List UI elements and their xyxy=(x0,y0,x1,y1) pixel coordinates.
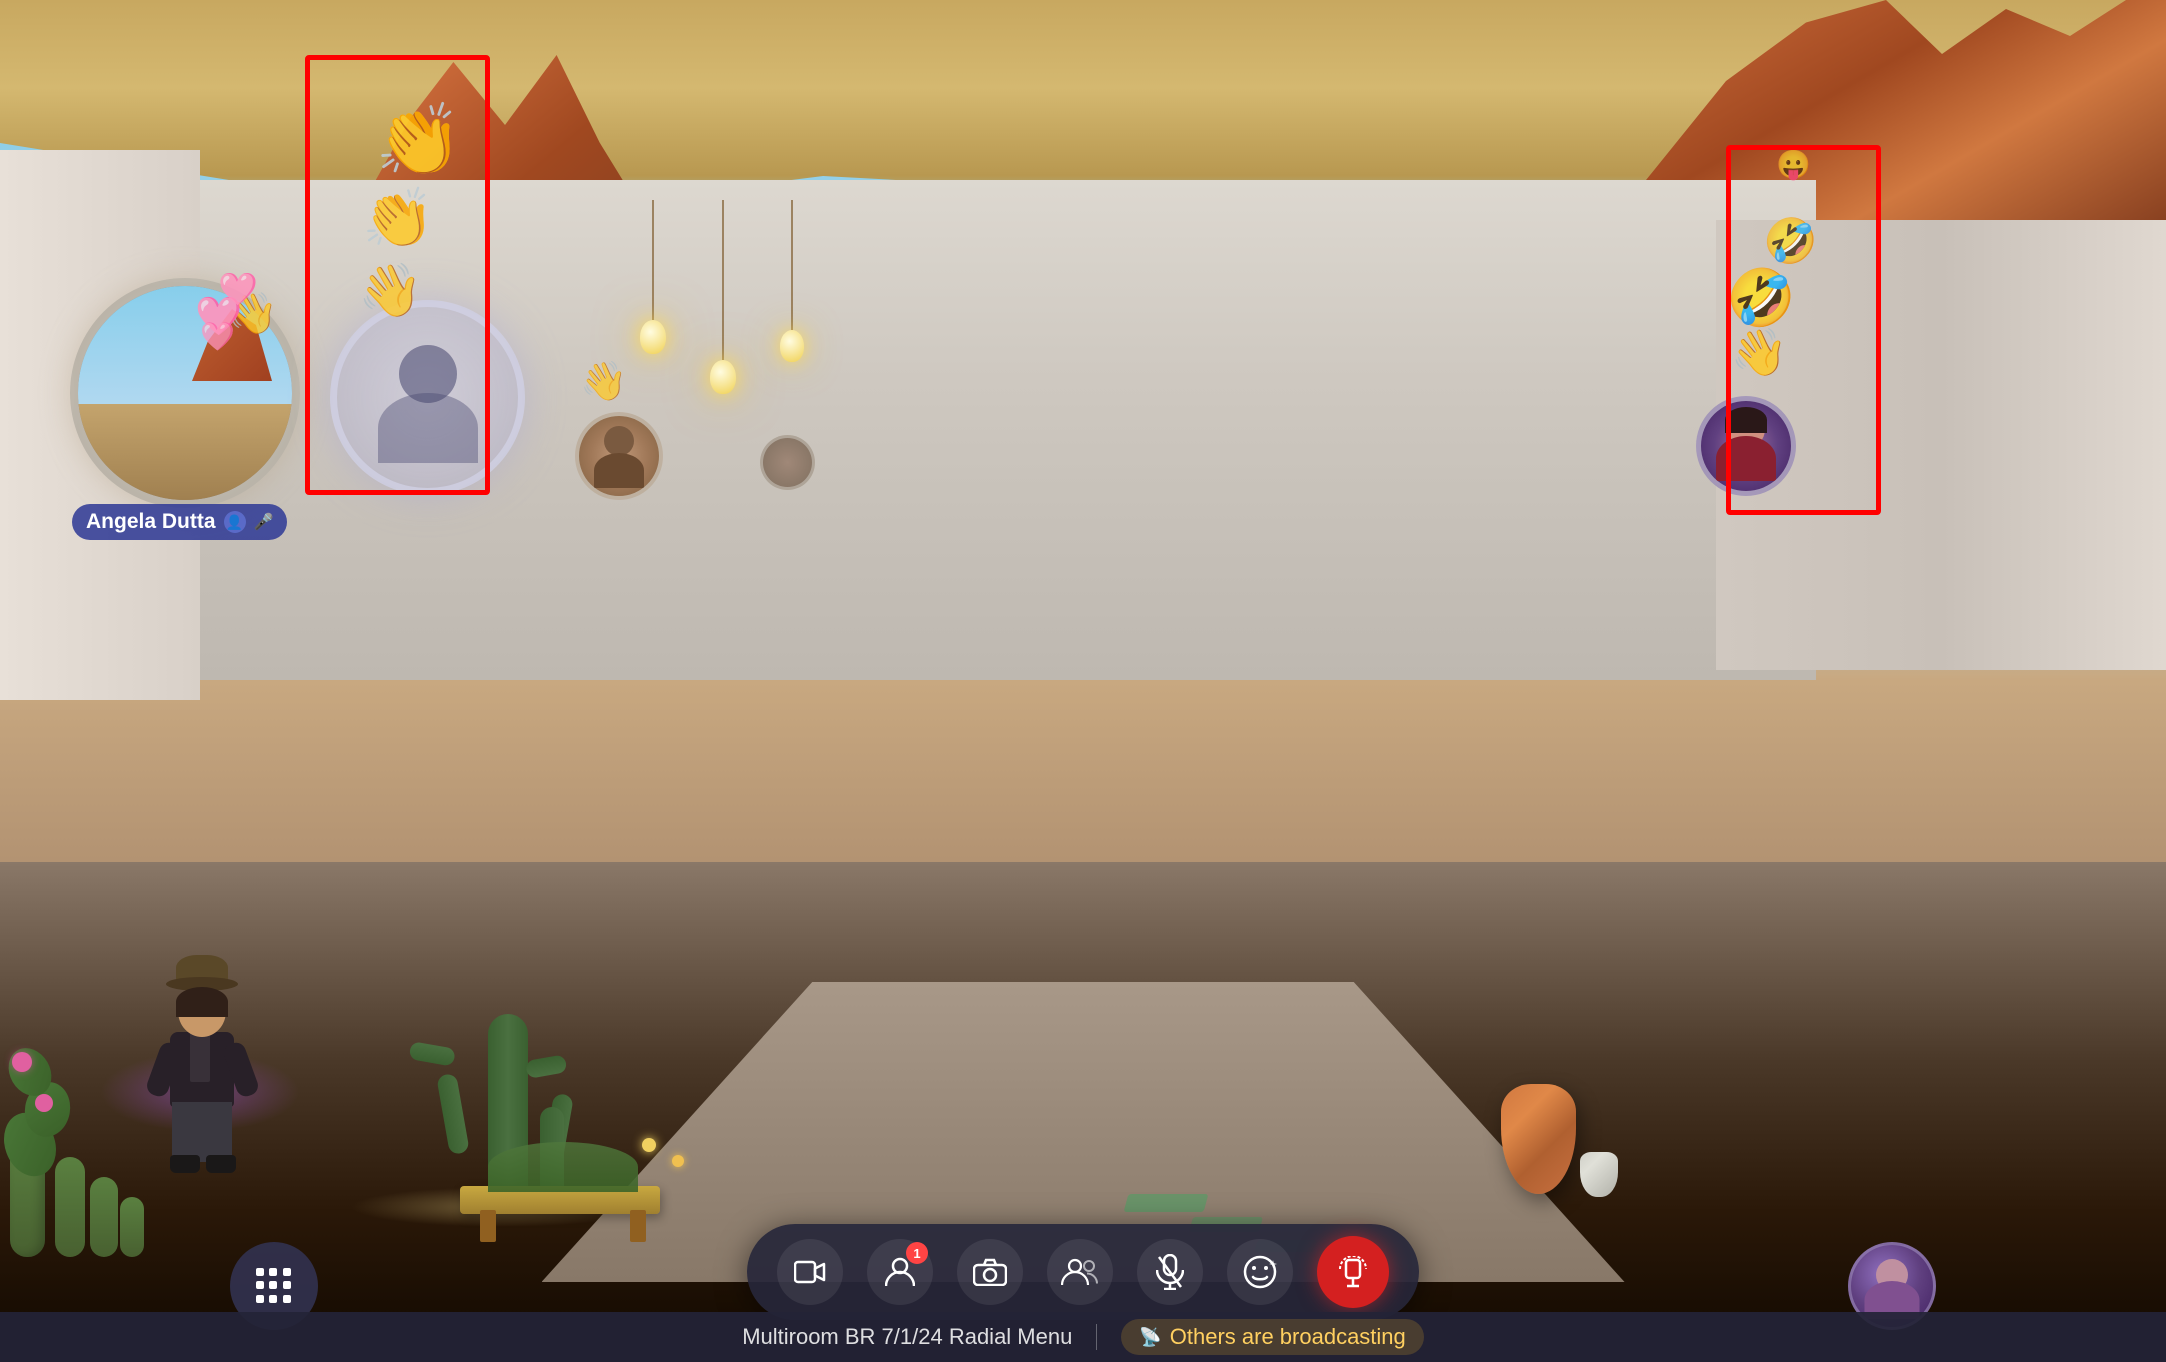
ground-tile-1 xyxy=(1124,1194,1209,1212)
small-cup xyxy=(1580,1152,1618,1197)
angela-mic-icon: 🎤 xyxy=(254,512,274,532)
angela-character xyxy=(158,977,258,1177)
emoji-clap-large: 👏 xyxy=(375,100,462,182)
movie-icon xyxy=(794,1258,826,1286)
emoji-heart-3: 🩷 xyxy=(200,320,235,353)
profile-badge: 1 xyxy=(906,1242,928,1264)
emoji-button[interactable] xyxy=(1227,1239,1293,1305)
broadcast-button[interactable] xyxy=(1317,1236,1389,1308)
far-avatar xyxy=(760,435,815,490)
mic-button[interactable] xyxy=(1137,1239,1203,1305)
light-dot-2 xyxy=(672,1155,684,1167)
emoji-laugh-2: 🤣 xyxy=(1763,215,1818,267)
emoji-small-top: 😛 xyxy=(1776,148,1811,181)
emoji-wave-cactus: 👋 xyxy=(580,360,627,404)
emoji-wave-bottom: 👋 xyxy=(358,260,423,321)
bench-leg-2 xyxy=(630,1210,646,1242)
separator xyxy=(1096,1324,1097,1350)
mid-avatar xyxy=(575,412,663,500)
emoji-clap-medium: 👏 xyxy=(362,185,434,253)
left-foliage xyxy=(0,997,160,1257)
status-bar: Multiroom BR 7/1/24 Radial Menu 📡 Others… xyxy=(0,1312,2166,1362)
broadcast-icon xyxy=(1338,1256,1368,1288)
emoji-wave-right: 👋 xyxy=(1731,325,1788,380)
light-dot-1 xyxy=(642,1138,656,1152)
profile-button[interactable]: 1 xyxy=(867,1239,933,1305)
angela-badge: 👤 xyxy=(224,511,246,533)
mic-muted-icon xyxy=(1156,1254,1184,1290)
right-avatar xyxy=(1696,396,1796,496)
emoji-laugh-1: 🤣 xyxy=(1726,265,1796,331)
scene-container: Angela Dutta 👤 🎤 xyxy=(0,0,2166,1362)
broadcast-status: 📡 Others are broadcasting xyxy=(1121,1319,1423,1355)
planter-plant xyxy=(488,1142,638,1192)
hanging-light-3 xyxy=(780,200,804,362)
room-name-text: Multiroom BR 7/1/24 Radial Menu xyxy=(742,1324,1072,1350)
hanging-light-2 xyxy=(710,200,736,394)
people-icon xyxy=(1061,1257,1099,1287)
bench-leg-1 xyxy=(480,1210,496,1242)
movie-button[interactable] xyxy=(777,1239,843,1305)
emoji-face-icon xyxy=(1243,1255,1277,1289)
angela-label: Angela Dutta 👤 🎤 xyxy=(72,504,287,540)
angela-name-text: Angela Dutta xyxy=(86,510,216,534)
center-avatar-circle xyxy=(330,300,525,495)
broadcast-text: Others are broadcasting xyxy=(1170,1324,1406,1350)
people-button[interactable] xyxy=(1047,1239,1113,1305)
camera-button[interactable] xyxy=(957,1239,1023,1305)
broadcast-icon: 📡 xyxy=(1139,1327,1161,1348)
hanging-light-1 xyxy=(640,200,666,354)
emoji-heart-2: 🩷 xyxy=(218,270,258,308)
camera-icon xyxy=(973,1258,1007,1286)
toolbar-pill: 1 xyxy=(747,1224,1419,1320)
grid-icon xyxy=(256,1268,292,1304)
